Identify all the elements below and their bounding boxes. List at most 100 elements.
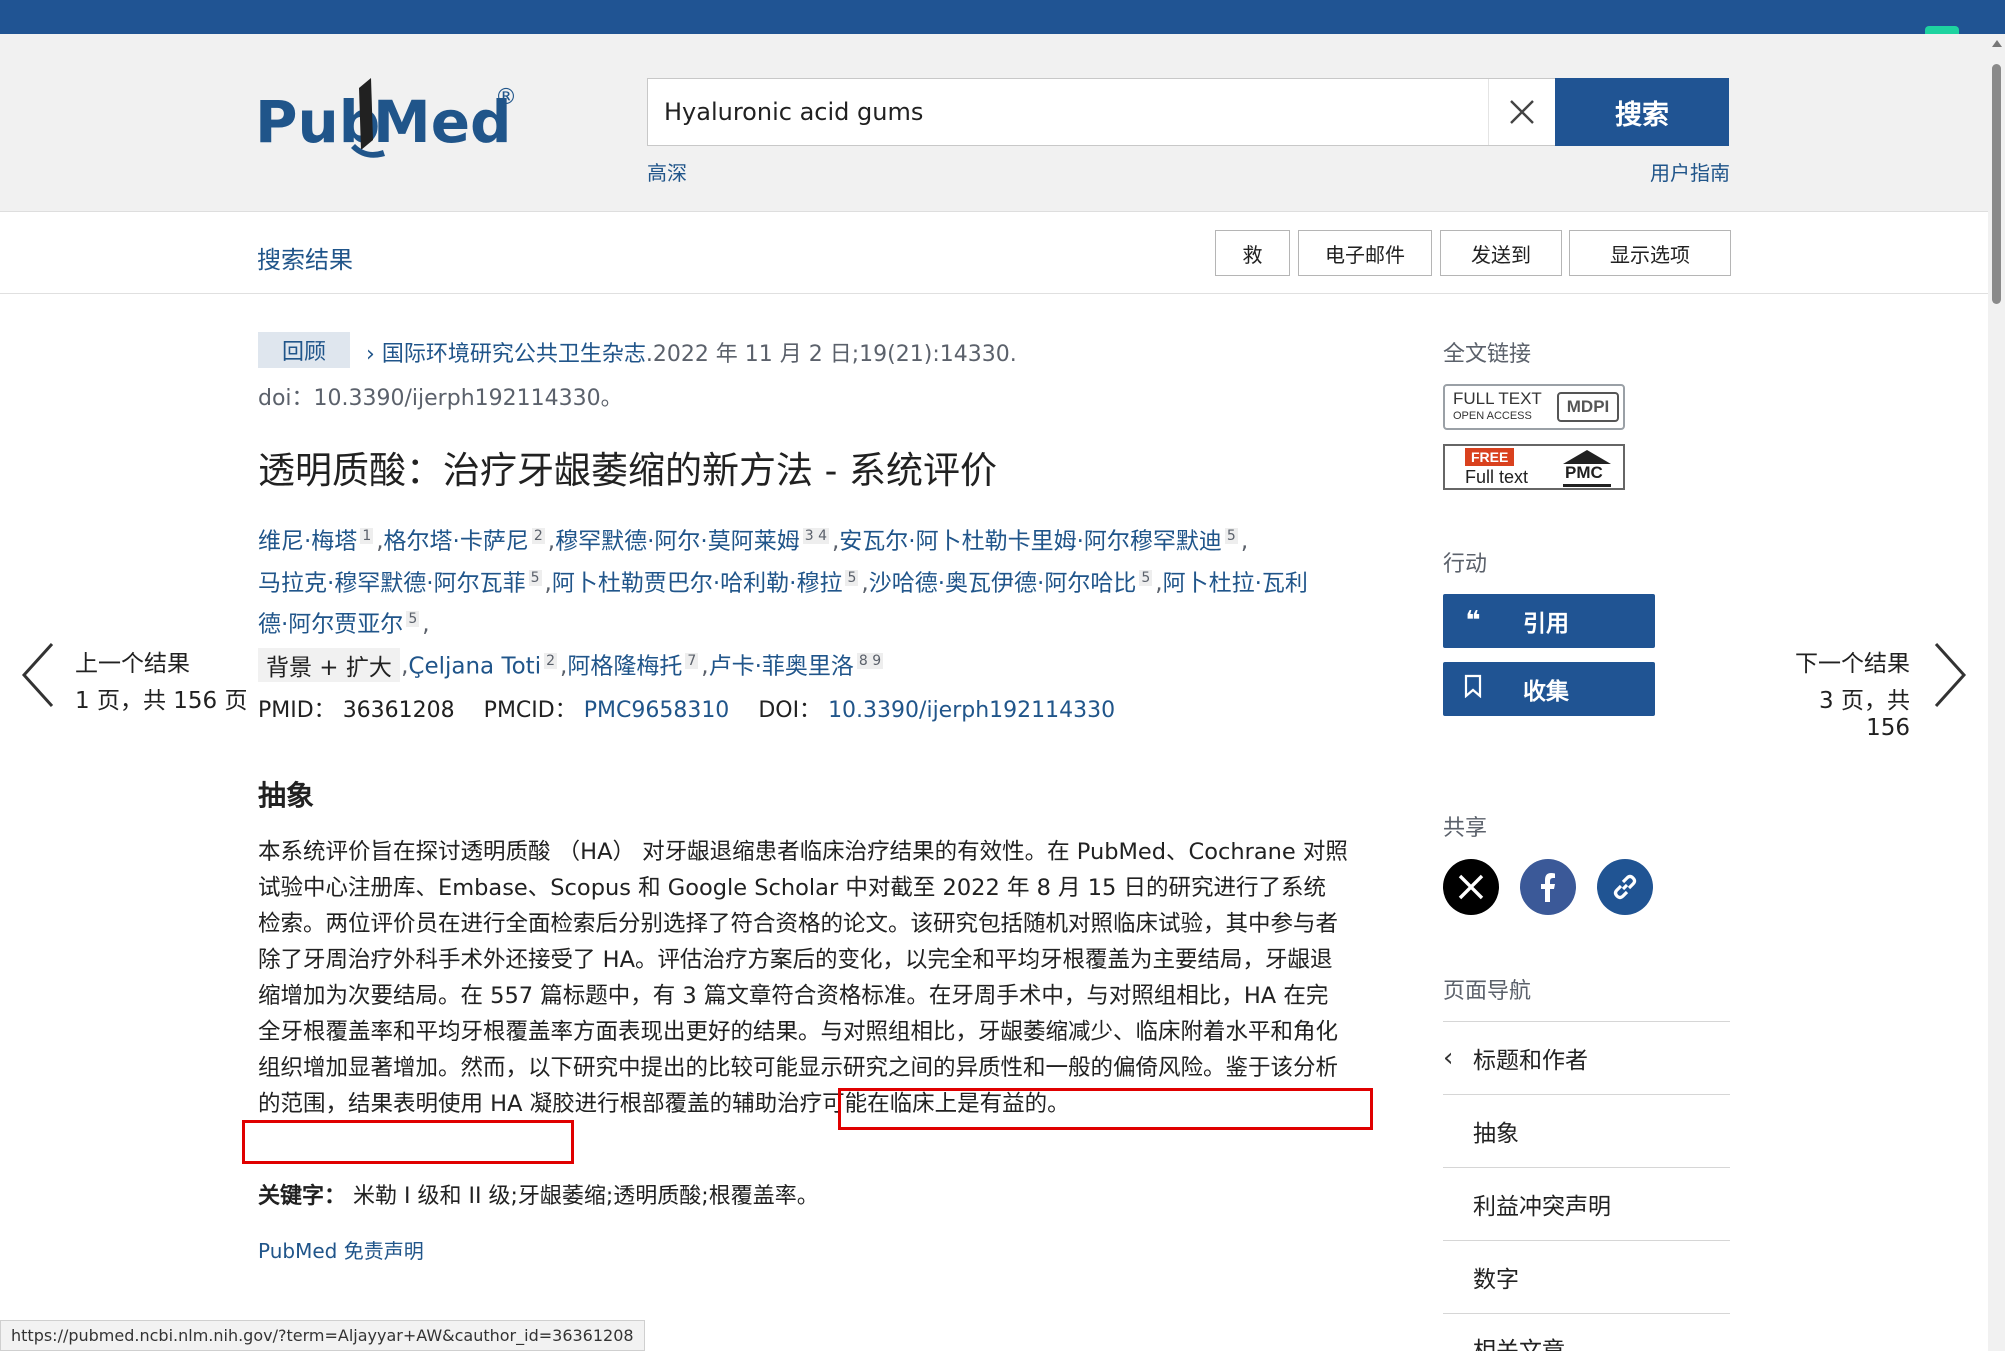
- cite-label: 引用: [1523, 611, 1569, 637]
- author-link[interactable]: 马拉克·穆罕默德·阿尔瓦菲: [258, 570, 526, 596]
- author-affiliation[interactable]: 3 4: [802, 528, 829, 544]
- chevron-left-icon: ‹: [1443, 1043, 1454, 1073]
- keywords-label: 关键字：: [258, 1184, 347, 1209]
- top-banner: [0, 0, 2005, 34]
- citation-line: › 国际环境研究公共卫生杂志.2022 年 11 月 2 日;19(21):14…: [366, 336, 1017, 368]
- user-guide-link[interactable]: 用户指南: [1645, 157, 1730, 186]
- author-separator: ,: [376, 528, 384, 555]
- author-affiliation[interactable]: 1: [360, 528, 374, 544]
- chevron-left-icon[interactable]: [20, 642, 56, 708]
- fulltext-heading: 全文链接: [1443, 342, 1532, 367]
- display-options-button[interactable]: 显示选项: [1569, 230, 1731, 276]
- author-list: 维尼·梅塔 1 ,格尔塔·卡萨尼 2 ,穆罕默德·阿尔·莫阿莱姆 3 4 ,安瓦尔·阿卜杜勒…: [258, 518, 1318, 685]
- identifiers-line: PMID： 36361208 PMCID： PMC9658310 DOI： 10…: [258, 692, 1115, 724]
- author-affiliation[interactable]: 5: [845, 569, 859, 586]
- svg-text:®: ®: [495, 85, 517, 110]
- abstract-heading: 抽象: [258, 779, 315, 812]
- facebook-icon: [1541, 873, 1555, 902]
- author-affiliation[interactable]: 5: [1139, 569, 1153, 586]
- author-link[interactable]: 阿格隆梅托: [567, 654, 682, 680]
- collect-button[interactable]: 收集: [1443, 662, 1655, 716]
- pmc-fulltext-link[interactable]: FREE Full text PMC: [1443, 444, 1625, 490]
- author-link[interactable]: 安瓦尔·阿卜杜勒卡里姆·阿尔穆罕默迪: [839, 529, 1222, 555]
- pmcid-label: PMCID：: [483, 698, 577, 723]
- pagenav-label: 相关文章: [1473, 1338, 1565, 1351]
- disclaimer-link[interactable]: PubMed 免责声明: [258, 1235, 424, 1264]
- share-heading: 共享: [1443, 816, 1488, 841]
- clear-search-button[interactable]: [1488, 79, 1554, 145]
- expand-details-toggle[interactable]: 背景 + 扩大: [258, 648, 400, 682]
- scroll-thumb[interactable]: [1992, 64, 2001, 304]
- pmc-free-tag: FREE: [1465, 448, 1515, 466]
- mdpi-line2: OPEN ACCESS: [1453, 410, 1532, 422]
- logo-text-med: Med: [373, 88, 512, 156]
- save-button[interactable]: 救: [1215, 230, 1290, 276]
- author-separator: ,: [701, 653, 709, 680]
- pmid-label: PMID：: [258, 698, 336, 723]
- advanced-search-link[interactable]: 高深: [647, 157, 687, 186]
- pagenav-abstract[interactable]: 抽象: [1443, 1094, 1730, 1167]
- author-affiliation[interactable]: 2: [544, 652, 558, 669]
- author-affiliation[interactable]: 5: [406, 611, 420, 628]
- keywords-value: 米勒 I 级和 II 级;牙龈萎缩;透明质酸;根覆盖率。: [353, 1184, 819, 1209]
- author-link[interactable]: 穆罕默德·阿尔·莫阿莱姆: [555, 529, 800, 555]
- pagenav-figures[interactable]: 数字: [1443, 1240, 1730, 1313]
- chevron-right-icon[interactable]: [1932, 642, 1968, 708]
- copy-link-button[interactable]: [1597, 859, 1653, 915]
- author-separator: ,: [1240, 528, 1249, 555]
- abstract-text: 本系统评价旨在探讨透明质酸 （HA） 对牙龈退缩患者临床治疗结果的有效性。在 P…: [258, 839, 1348, 1117]
- link-icon: [1613, 874, 1637, 900]
- pagenav-related-articles[interactable]: 相关文章: [1443, 1313, 1730, 1351]
- article-title: 透明质酸：治疗牙龈萎缩的新方法 - 系统评价: [258, 449, 998, 492]
- prev-result-count: 1 页，共 156 页: [75, 688, 248, 714]
- author-separator: ,: [422, 611, 430, 638]
- scrollbar[interactable]: [1988, 34, 2005, 1351]
- pmcid-link[interactable]: PMC9658310: [584, 698, 730, 723]
- author-affiliation[interactable]: 2: [531, 528, 545, 544]
- quote-icon: ❝: [1465, 606, 1481, 636]
- author-link[interactable]: Çeljana Toti: [408, 654, 541, 680]
- twitter-share-button[interactable]: [1443, 859, 1499, 915]
- pagenav-title-authors[interactable]: ‹ 标题和作者: [1443, 1021, 1730, 1094]
- pubmed-logo[interactable]: Pub Med ®: [255, 70, 535, 170]
- page-navigation-heading: 页面导航: [1443, 979, 1532, 1004]
- chevron-right-icon: ›: [366, 342, 375, 367]
- author-link[interactable]: 阿卜杜勒贾巴尔·哈利勒·穆拉: [552, 570, 843, 596]
- journal-link[interactable]: 国际环境研究公共卫生杂志: [382, 342, 646, 367]
- close-icon: [1509, 100, 1534, 124]
- author-link[interactable]: 格尔塔·卡萨尼: [384, 529, 529, 555]
- pmid-value: 36361208: [342, 698, 455, 723]
- author-link[interactable]: 维尼·梅塔: [258, 529, 357, 555]
- status-bar-url: https://pubmed.ncbi.nlm.nih.gov/?term=Al…: [0, 1320, 645, 1351]
- email-button[interactable]: 电子邮件: [1298, 230, 1432, 276]
- pagenav-conflict-statement[interactable]: 利益冲突声明: [1443, 1167, 1730, 1240]
- doi-label: DOI：: [758, 698, 822, 723]
- author-affiliation[interactable]: 5: [1224, 528, 1238, 544]
- mdpi-fulltext-link[interactable]: FULL TEXT OPEN ACCESS MDPI: [1443, 384, 1625, 430]
- actions-heading: 行动: [1443, 552, 1488, 577]
- author-affiliation[interactable]: 7: [685, 652, 699, 669]
- author-affiliation[interactable]: 5: [528, 569, 542, 586]
- search-button[interactable]: 搜索: [1555, 78, 1729, 146]
- author-link[interactable]: 卢卡·菲奥里洛: [709, 654, 854, 680]
- search-input[interactable]: [664, 79, 1484, 145]
- pmc-brand: PMC: [1565, 463, 1603, 482]
- collect-label: 收集: [1523, 679, 1569, 705]
- search-box: [647, 78, 1555, 146]
- keywords-line: 关键字： 米勒 I 级和 II 级;牙龈萎缩;透明质酸;根覆盖率。: [258, 1178, 819, 1210]
- author-separator: ,: [861, 570, 869, 597]
- cite-button[interactable]: ❝ 引用: [1443, 594, 1655, 648]
- author-affiliation[interactable]: 8 9: [856, 652, 884, 669]
- scroll-up-arrow[interactable]: [1992, 40, 2002, 47]
- author-separator: ,: [547, 528, 556, 555]
- search-results-link[interactable]: 搜索结果: [257, 240, 353, 275]
- author-link[interactable]: 沙哈德·奥瓦伊德·阿尔哈比: [869, 570, 1137, 596]
- author-separator: ,: [544, 570, 552, 597]
- doi-line: doi：10.3390/ijerph192114330。: [258, 386, 623, 411]
- author-separator: ,: [1155, 570, 1163, 597]
- prev-result-label[interactable]: 上一个结果: [75, 644, 190, 678]
- doi-link[interactable]: 10.3390/ijerph192114330: [828, 698, 1115, 723]
- facebook-share-button[interactable]: [1520, 859, 1576, 915]
- send-to-button[interactable]: 发送到: [1440, 230, 1562, 276]
- next-result-label[interactable]: 下一个结果: [1790, 644, 1910, 678]
